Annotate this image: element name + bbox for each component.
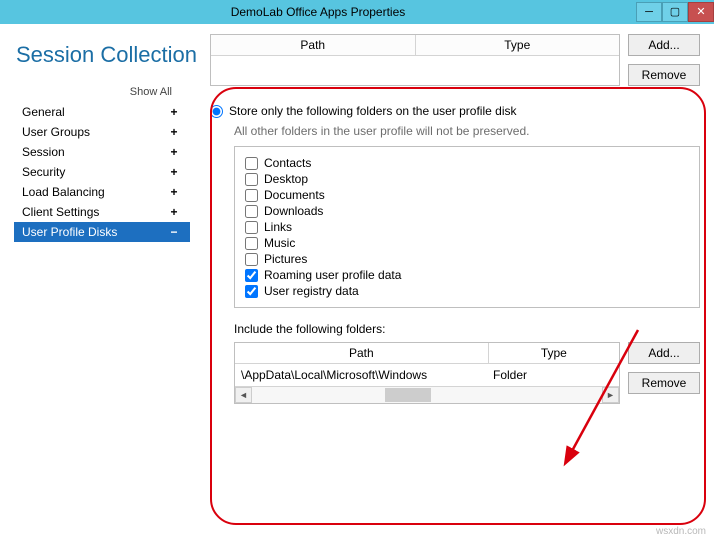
folder-label: Pictures	[264, 252, 307, 266]
folder-pictures[interactable]: Pictures	[245, 251, 689, 267]
remove-button[interactable]: Remove	[628, 64, 700, 86]
expand-icon: +	[168, 105, 180, 119]
titlebar: DemoLab Office Apps Properties ─ ▢ ✕	[0, 0, 714, 24]
sidebar-item-label: General	[22, 105, 65, 119]
folder-links[interactable]: Links	[245, 219, 689, 235]
sidebar-item-label: User Groups	[22, 125, 90, 139]
sidebar-item-label: Session	[22, 145, 65, 159]
sidebar-item-user-groups[interactable]: User Groups +	[14, 122, 190, 142]
sidebar-item-label: Security	[22, 165, 65, 179]
table-row[interactable]: \AppData\Local\Microsoft\Windows Folder	[235, 364, 619, 386]
include-buttons: Add... Remove	[628, 342, 700, 404]
collapse-icon: −	[168, 225, 180, 239]
folder-music[interactable]: Music	[245, 235, 689, 251]
include-label: Include the following folders:	[234, 322, 700, 336]
folder-checkbox[interactable]	[245, 253, 258, 266]
table-header-row: Path Type	[211, 35, 619, 56]
show-all-link[interactable]: Show All	[14, 86, 190, 98]
store-only-label: Store only the following folders on the …	[229, 104, 517, 118]
folder-checkbox[interactable]	[245, 237, 258, 250]
sidebar-item-security[interactable]: Security +	[14, 162, 190, 182]
folder-checkbox[interactable]	[245, 285, 258, 298]
expand-icon: +	[168, 165, 180, 179]
folder-desktop[interactable]: Desktop	[245, 171, 689, 187]
folder-label: Links	[264, 220, 292, 234]
scroll-left-button[interactable]: ◄	[235, 387, 252, 403]
store-only-hint: All other folders in the user profile wi…	[234, 124, 700, 138]
scroll-track[interactable]	[252, 387, 602, 403]
watermark: wsxdn.com	[656, 526, 706, 537]
folder-label: Documents	[264, 188, 325, 202]
folder-label: Music	[264, 236, 295, 250]
sidebar-item-client-settings[interactable]: Client Settings +	[14, 202, 190, 222]
window-title: DemoLab Office Apps Properties	[0, 5, 636, 19]
folder-label: Downloads	[264, 204, 323, 218]
page-title: Session Collection	[16, 42, 190, 68]
expand-icon: +	[168, 125, 180, 139]
exclude-buttons: Add... Remove	[628, 34, 700, 86]
folder-checkbox[interactable]	[245, 269, 258, 282]
sidebar-item-label: Load Balancing	[22, 185, 105, 199]
content-pane: Path Type Add... Remove Store only the f…	[190, 24, 714, 539]
folder-downloads[interactable]: Downloads	[245, 203, 689, 219]
sidebar-item-label: User Profile Disks	[22, 225, 117, 239]
cell-type: Folder	[487, 364, 619, 386]
store-only-radio[interactable]	[210, 105, 223, 118]
folder-label: Contacts	[264, 156, 311, 170]
sidebar-item-general[interactable]: General +	[14, 102, 190, 122]
add-button[interactable]: Add...	[628, 34, 700, 56]
cell-path: \AppData\Local\Microsoft\Windows	[235, 364, 487, 386]
exclude-table-wrap: Path Type Add... Remove	[210, 34, 700, 86]
folder-checkbox[interactable]	[245, 173, 258, 186]
horizontal-scrollbar[interactable]: ◄ ►	[235, 386, 619, 403]
sidebar-item-load-balancing[interactable]: Load Balancing +	[14, 182, 190, 202]
folder-checkbox[interactable]	[245, 205, 258, 218]
expand-icon: +	[168, 185, 180, 199]
add-button[interactable]: Add...	[628, 342, 700, 364]
folder-checkbox[interactable]	[245, 189, 258, 202]
folder-label: User registry data	[264, 284, 359, 298]
window-body: Session Collection Show All General + Us…	[0, 24, 714, 539]
column-header-type[interactable]: Type	[416, 35, 620, 56]
column-header-type[interactable]: Type	[489, 343, 619, 364]
folder-roaming-profile[interactable]: Roaming user profile data	[245, 267, 689, 283]
remove-button[interactable]: Remove	[628, 372, 700, 394]
folder-label: Roaming user profile data	[264, 268, 401, 282]
close-button[interactable]: ✕	[688, 2, 714, 22]
include-wrap: Path Type \AppData\Local\Microsoft\Windo…	[234, 342, 700, 404]
expand-icon: +	[168, 145, 180, 159]
folder-documents[interactable]: Documents	[245, 187, 689, 203]
window-controls: ─ ▢ ✕	[636, 2, 714, 22]
scroll-right-button[interactable]: ►	[602, 387, 619, 403]
folder-label: Desktop	[264, 172, 308, 186]
window: DemoLab Office Apps Properties ─ ▢ ✕ Ses…	[0, 0, 714, 539]
column-header-path[interactable]: Path	[211, 35, 416, 56]
folder-user-registry[interactable]: User registry data	[245, 283, 689, 299]
sidebar-item-session[interactable]: Session +	[14, 142, 190, 162]
maximize-button[interactable]: ▢	[662, 2, 688, 22]
scroll-thumb[interactable]	[385, 388, 431, 402]
sidebar-item-user-profile-disks[interactable]: User Profile Disks −	[14, 222, 190, 242]
folder-checkbox[interactable]	[245, 157, 258, 170]
expand-icon: +	[168, 205, 180, 219]
sidebar: Session Collection Show All General + Us…	[0, 24, 190, 539]
exclude-table: Path Type	[210, 34, 620, 86]
minimize-button[interactable]: ─	[636, 2, 662, 22]
store-only-radio-row[interactable]: Store only the following folders on the …	[210, 104, 700, 118]
sidebar-item-label: Client Settings	[22, 205, 99, 219]
folder-checkbox[interactable]	[245, 221, 258, 234]
nav-list: General + User Groups + Session + Securi…	[14, 102, 190, 242]
include-table: Path Type \AppData\Local\Microsoft\Windo…	[234, 342, 620, 404]
folders-box: Contacts Desktop Documents Downloads	[234, 146, 700, 308]
folder-contacts[interactable]: Contacts	[245, 155, 689, 171]
store-option-section: Store only the following folders on the …	[210, 104, 700, 404]
table-header-row: Path Type	[235, 343, 619, 364]
column-header-path[interactable]: Path	[235, 343, 489, 364]
